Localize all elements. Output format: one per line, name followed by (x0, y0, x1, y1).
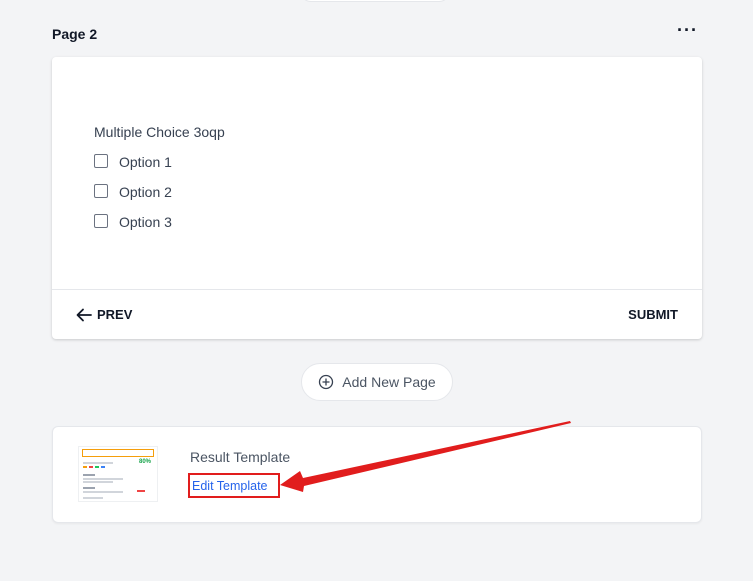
option-2-label: Option 2 (119, 184, 172, 200)
edit-template-highlight-box: Edit Template (188, 473, 280, 498)
option-1-label: Option 1 (119, 154, 172, 170)
result-template-thumbnail: 80% (78, 446, 158, 502)
edit-template-link[interactable]: Edit Template (192, 479, 268, 493)
option-3-label: Option 3 (119, 214, 172, 230)
multiple-choice-question: Multiple Choice 3oqp Option 1 Option 2 O… (94, 124, 225, 237)
more-options-icon[interactable]: ··· (673, 21, 702, 43)
option-row-3[interactable]: Option 3 (94, 207, 225, 237)
result-template-title: Result Template (190, 449, 291, 465)
add-new-page-button[interactable]: Add New Page (301, 363, 453, 401)
card-footer: PREV SUBMIT (52, 289, 702, 339)
option-2-checkbox[interactable] (94, 184, 108, 198)
prev-button[interactable]: PREV (76, 307, 132, 322)
result-template-card: 80% Result Template Edit Template (52, 426, 702, 523)
option-row-2[interactable]: Option 2 (94, 177, 225, 207)
submit-button[interactable]: SUBMIT (628, 307, 678, 322)
option-3-checkbox[interactable] (94, 214, 108, 228)
page-header: Page 2 ··· (52, 21, 702, 46)
option-row-1[interactable]: Option 1 (94, 147, 225, 177)
question-label: Multiple Choice 3oqp (94, 124, 225, 140)
add-new-page-label: Add New Page (342, 374, 436, 390)
plus-circle-icon (319, 374, 334, 390)
prev-label: PREV (97, 307, 133, 322)
option-1-checkbox[interactable] (94, 154, 108, 168)
arrow-left-icon (76, 308, 92, 321)
form-page-card: Multiple Choice 3oqp Option 1 Option 2 O… (52, 57, 702, 339)
page-title: Page 2 (52, 26, 98, 42)
top-add-page-pill (300, 0, 450, 2)
